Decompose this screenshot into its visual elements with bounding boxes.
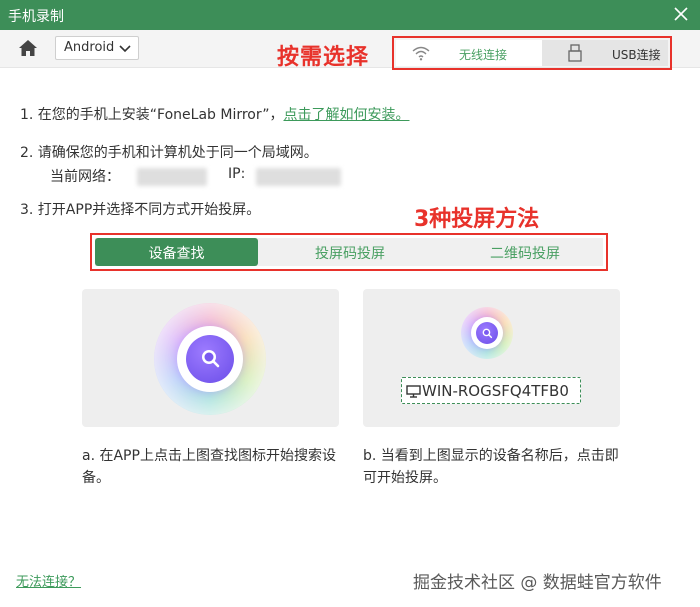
- ip-value-redacted: [256, 168, 341, 186]
- watermark: 掘金技术社区 @ 数据蛙官方软件: [413, 573, 662, 593]
- method-tabs: 设备查找 投屏码投屏 二维码投屏: [90, 233, 608, 271]
- step-install-text: 1. 在您的手机上安装“FoneLab Mirror”，: [20, 107, 284, 123]
- device-name-button[interactable]: WIN-ROGSFQ4TFB0: [401, 377, 581, 404]
- close-icon[interactable]: [672, 5, 690, 23]
- install-help-link[interactable]: 点击了解如何安装。: [283, 107, 409, 123]
- ip-label: IP:: [228, 166, 246, 182]
- usb-connection-tab[interactable]: USB连接: [542, 40, 668, 66]
- network-value-redacted: [137, 168, 207, 186]
- annotation-methods: 3种投屏方法: [414, 207, 540, 232]
- tab-device-find[interactable]: 设备查找: [95, 238, 258, 266]
- device-name: WIN-ROGSFQ4TFB0: [422, 382, 569, 400]
- cannot-connect-link[interactable]: 无法连接？: [16, 571, 81, 590]
- find-card: [82, 289, 339, 427]
- usb-icon: [568, 44, 582, 62]
- network-label: 当前网络：: [50, 169, 120, 185]
- chevron-down-icon: [119, 45, 131, 53]
- os-dropdown-value: Android: [64, 40, 115, 55]
- usb-connection-label: USB连接: [612, 48, 661, 62]
- method-tabs-bar: 设备查找 投屏码投屏 二维码投屏: [95, 238, 603, 266]
- wifi-icon: [412, 46, 430, 61]
- title-bar: 手机录制: [0, 0, 700, 30]
- window-title: 手机录制: [8, 9, 64, 25]
- find-card-description: a. 在APP上点击上图查找图标开始搜索设备。: [82, 448, 336, 486]
- device-card: WIN-ROGSFQ4TFB0: [363, 289, 620, 427]
- wifi-connection-tab[interactable]: 无线连接: [396, 40, 542, 66]
- tab-qr-code[interactable]: 二维码投屏: [450, 238, 600, 266]
- step-install: 1. 在您的手机上安装“FoneLab Mirror”，点击了解如何安装。: [20, 104, 409, 124]
- home-icon[interactable]: [18, 39, 38, 57]
- os-dropdown[interactable]: Android: [55, 36, 139, 60]
- step-open-app: 3. 打开APP并选择不同方式开始投屏。: [20, 202, 261, 218]
- annotation-choose: 按需选择: [277, 45, 370, 70]
- tab-mirror-code[interactable]: 投屏码投屏: [275, 238, 425, 266]
- step-same-network: 2. 请确保您的手机和计算机处于同一个局域网。: [20, 145, 318, 161]
- search-icon: [202, 350, 220, 368]
- search-icon: [482, 328, 493, 339]
- device-card-description: b. 当看到上图显示的设备名称后，点击即可开始投屏。: [363, 448, 619, 486]
- wifi-connection-label: 无线连接: [459, 48, 508, 62]
- monitor-icon: [406, 385, 421, 398]
- connection-switch: 无线连接 USB连接: [392, 36, 672, 70]
